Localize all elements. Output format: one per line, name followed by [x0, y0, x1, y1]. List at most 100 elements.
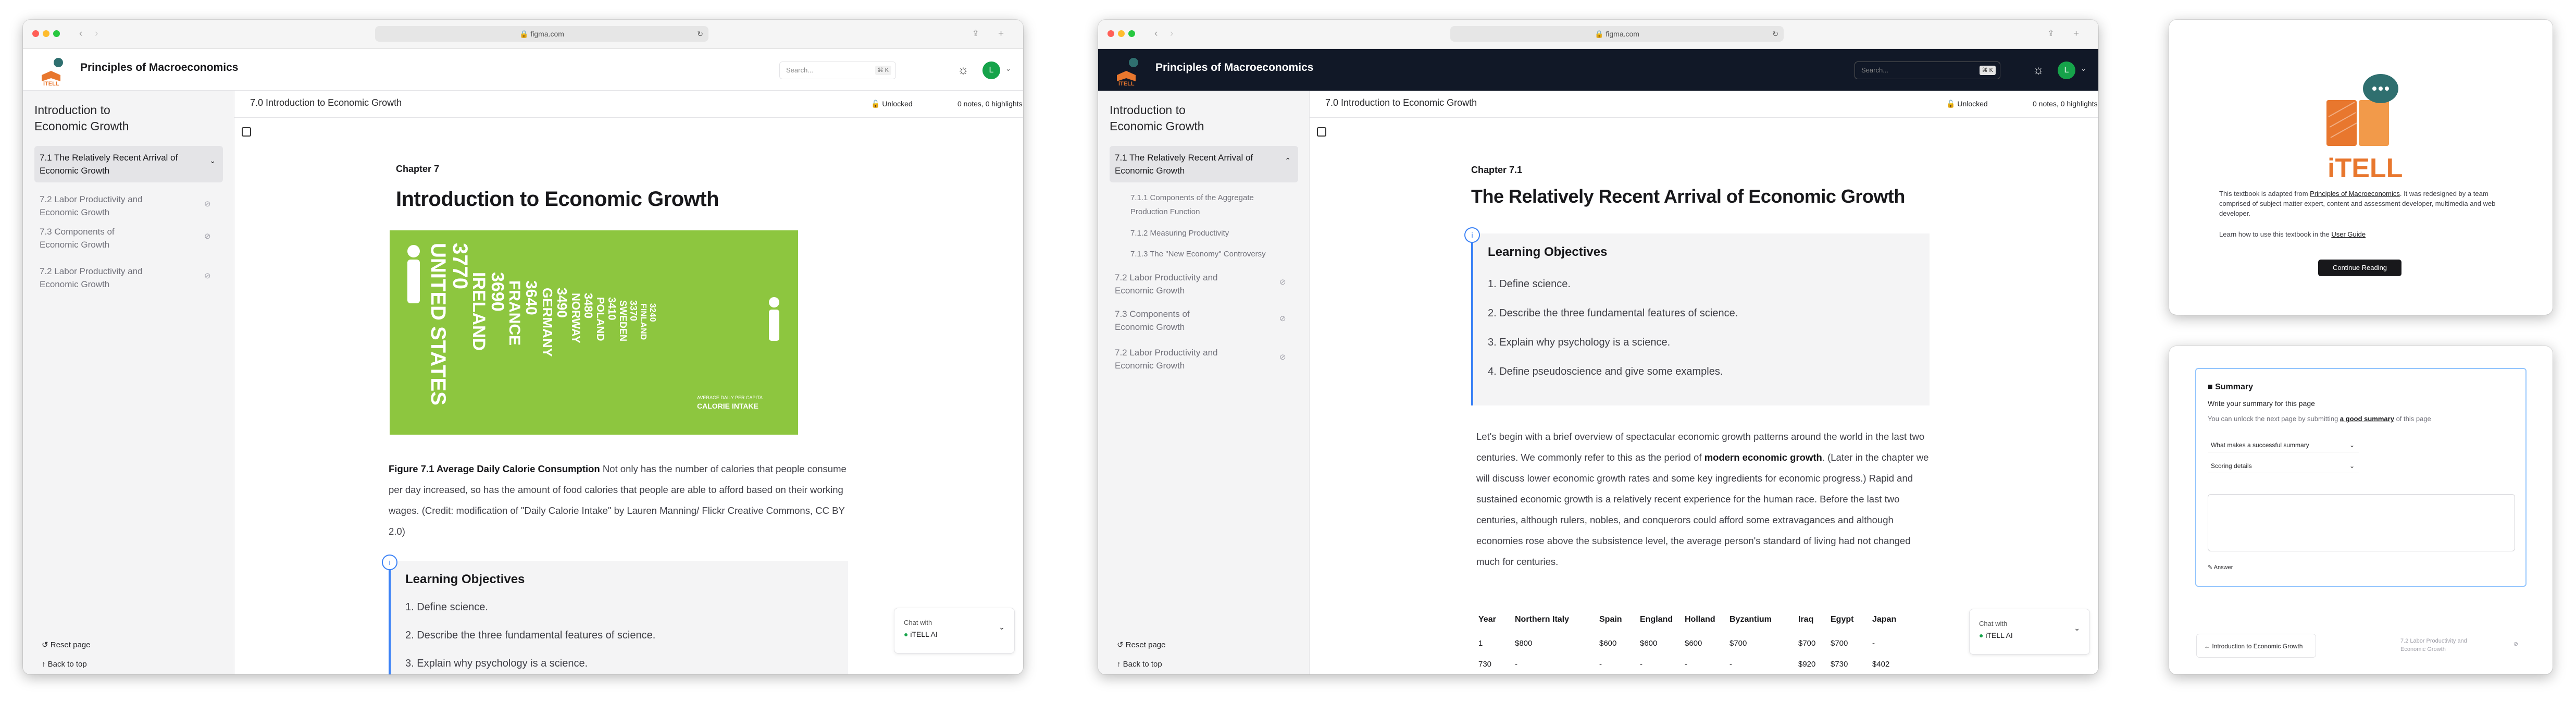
- table-cell: $730: [1831, 660, 1848, 669]
- summary-textarea[interactable]: [2208, 494, 2515, 551]
- breadcrumb: 7.0 Introduction to Economic Growth: [1325, 97, 1477, 108]
- info-icon[interactable]: i: [1464, 227, 1480, 243]
- chat-name-text: iTELL AI: [910, 630, 938, 638]
- lock-open-icon: 🔓: [1946, 100, 1958, 108]
- next-page-label: 7.2 Labor Productivity and Economic Grow…: [2400, 638, 2467, 653]
- chevron-down-icon[interactable]: ⌄: [999, 623, 1005, 632]
- back-to-top-label: Back to top: [47, 660, 87, 669]
- reload-icon[interactable]: ↻: [1772, 26, 1778, 42]
- successful-summary-dropdown[interactable]: What makes a successful summary ⌄: [2208, 438, 2359, 452]
- source-link[interactable]: Principles of Macroeconomics: [2310, 190, 2400, 198]
- reset-page-button[interactable]: ↺ Reset page: [42, 640, 90, 649]
- sidebar-active-label: 7.1 The Relatively Recent Arrival of Eco…: [40, 153, 178, 176]
- user-avatar[interactable]: L: [982, 61, 1000, 79]
- learning-objectives: Learning Objectives 1. Define science. 2…: [1471, 233, 1930, 405]
- scoring-details-dropdown[interactable]: Scoring details ⌄: [2208, 459, 2359, 473]
- new-tab-icon[interactable]: +: [2073, 27, 2079, 41]
- sidebar-item-components[interactable]: 7.3 Components of Economic Growth: [1115, 307, 1219, 334]
- continue-reading-button[interactable]: Continue Reading: [2318, 260, 2401, 276]
- reset-label: Reset page: [50, 641, 91, 649]
- chevron-down-icon[interactable]: ⌄: [209, 156, 216, 165]
- table-header: Egypt: [1831, 615, 1854, 624]
- chapter-sidebar: Introduction to Economic Growth 7.1 The …: [1098, 91, 1310, 674]
- sidebar-item-labor[interactable]: 7.2 Labor Productivity and Economic Grow…: [40, 193, 154, 219]
- itell-logo-icon: iTELL: [42, 58, 63, 87]
- sidebar-item-labor[interactable]: 7.2 Labor Productivity and Economic Grow…: [1115, 271, 1229, 297]
- table-cell: $700: [1798, 639, 1816, 648]
- panel-toggle-icon[interactable]: [1317, 127, 1326, 137]
- reset-page-button[interactable]: ↺ Reset page: [1117, 640, 1165, 649]
- unlock-text: You can unlock the next page by submitti…: [2208, 415, 2340, 423]
- chat-widget[interactable]: Chat with ● iTELL AI ⌄: [894, 608, 1015, 654]
- address-bar[interactable]: 🔒 figma.com ↻: [1450, 26, 1784, 42]
- share-icon[interactable]: ⇪: [2047, 27, 2054, 41]
- forward-arrow-icon[interactable]: ›: [1170, 27, 1173, 41]
- sidebar-item-active[interactable]: 7.1 The Relatively Recent Arrival of Eco…: [1110, 146, 1298, 182]
- chat-widget[interactable]: Chat with ● iTELL AI ⌄: [1969, 609, 2090, 655]
- online-dot-icon: ●: [904, 630, 911, 638]
- theme-toggle-icon[interactable]: ☼: [955, 63, 971, 78]
- panel-toggle-icon[interactable]: [242, 127, 251, 137]
- learning-objectives-title: Learning Objectives: [405, 572, 525, 586]
- close-window-dot[interactable]: [32, 30, 39, 37]
- zoom-window-dot[interactable]: [1128, 30, 1135, 37]
- sidebar-item-labor-2[interactable]: 7.2 Labor Productivity and Economic Grow…: [1115, 346, 1229, 372]
- browser-toolbar: ‹ › 🔒 figma.com ↻ ⇪ +: [1098, 20, 2098, 49]
- chevron-down-icon[interactable]: ⌄: [1005, 65, 1011, 73]
- chapter-label: Chapter 7.1: [1471, 165, 1523, 175]
- itell-logo-icon: iTELL: [1117, 58, 1138, 87]
- share-icon[interactable]: ⇪: [972, 27, 979, 41]
- search-shortcut: ⌘ K: [875, 66, 891, 75]
- back-arrow-icon[interactable]: ‹: [79, 27, 82, 41]
- close-window-dot[interactable]: [1107, 30, 1114, 37]
- chevron-down-icon: ⌄: [2349, 462, 2355, 470]
- notes-count: 0 notes, 0 highlights: [2033, 100, 2098, 108]
- minimize-window-dot[interactable]: [43, 30, 49, 37]
- sidebar-item-components[interactable]: 7.3 Components of Economic Growth: [40, 225, 144, 251]
- chapter-label: Chapter 7: [396, 164, 440, 174]
- back-to-top-button[interactable]: ↑ Back to top: [1117, 660, 1162, 669]
- figure-country-8: FINLAND: [639, 303, 648, 340]
- app-title: Principles of Macroeconomics: [1155, 61, 1314, 73]
- back-to-top-label: Back to top: [1123, 660, 1162, 669]
- sidebar-active-label: 7.1 The Relatively Recent Arrival of Eco…: [1115, 153, 1253, 176]
- sidebar-subitem-new-economy[interactable]: 7.1.3 The "New Economy" Controversy: [1130, 248, 1266, 261]
- theme-toggle-icon[interactable]: ☼: [2031, 63, 2046, 78]
- new-tab-icon[interactable]: +: [998, 27, 1004, 41]
- forward-arrow-icon[interactable]: ›: [95, 27, 98, 41]
- table-cell: $600: [1640, 639, 1658, 648]
- sidebar-item-active[interactable]: 7.1 The Relatively Recent Arrival of Eco…: [34, 146, 223, 182]
- url-text: figma.com: [1606, 30, 1639, 38]
- lock-icon: ⊘: [2513, 641, 2518, 647]
- minimize-window-dot[interactable]: [1118, 30, 1125, 37]
- address-bar[interactable]: 🔒 figma.com ↻: [375, 26, 708, 42]
- table-cell: -: [1599, 660, 1602, 669]
- info-icon[interactable]: i: [382, 555, 397, 570]
- table-cell: -: [1872, 639, 1875, 648]
- objective-item: 2. Describe the three fundamental featur…: [1488, 307, 1738, 319]
- sidebar-subitem-measuring[interactable]: 7.1.2 Measuring Productivity: [1130, 227, 1229, 240]
- zoom-window-dot[interactable]: [53, 30, 60, 37]
- chevron-down-icon[interactable]: ⌄: [2081, 65, 2086, 73]
- user-avatar[interactable]: L: [2058, 61, 2075, 79]
- reset-label: Reset page: [1125, 641, 1166, 649]
- search-shortcut: ⌘ K: [1979, 66, 1996, 75]
- back-arrow-icon[interactable]: ‹: [1154, 27, 1158, 41]
- answer-button[interactable]: ✎ Answer: [2208, 564, 2233, 571]
- search-input[interactable]: Search... ⌘ K: [1855, 61, 2000, 79]
- search-input[interactable]: Search... ⌘ K: [779, 61, 896, 79]
- user-guide-link[interactable]: User Guide: [2331, 230, 2366, 238]
- sidebar-subitem-aggregate[interactable]: 7.1.1 Components of the Aggregate Produc…: [1130, 191, 1271, 219]
- chevron-up-icon[interactable]: ⌃: [1285, 156, 1291, 165]
- table-header: Northern Italy: [1515, 615, 1570, 624]
- page-header: 7.0 Introduction to Economic Growth 🔓 Un…: [234, 91, 1023, 118]
- prev-page-button[interactable]: ← Introduction to Economic Growth: [2196, 634, 2316, 658]
- back-to-top-button[interactable]: ↑ Back to top: [42, 660, 87, 669]
- table-cell: $700: [1729, 639, 1747, 648]
- table-cell: $600: [1685, 639, 1702, 648]
- next-page-button[interactable]: 7.2 Labor Productivity and Economic Grow…: [2393, 631, 2523, 660]
- sidebar-item-labor-2[interactable]: 7.2 Labor Productivity and Economic Grow…: [40, 265, 154, 291]
- reload-icon[interactable]: ↻: [697, 26, 703, 42]
- chevron-down-icon[interactable]: ⌄: [2074, 624, 2080, 633]
- good-summary-link[interactable]: a good summary: [2340, 415, 2394, 423]
